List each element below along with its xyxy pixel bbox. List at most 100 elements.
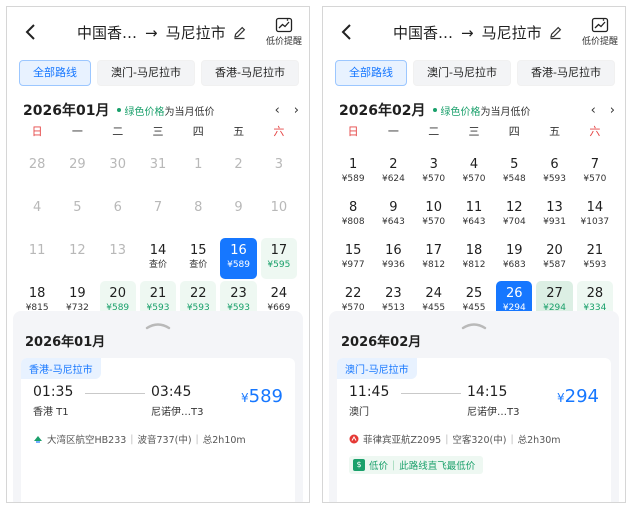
weekday-row: 日一二三四五六 [17, 123, 299, 139]
sheet-handle-icon[interactable] [144, 315, 172, 330]
back-arrow-icon[interactable] [337, 21, 357, 43]
calendar-day-cell[interactable]: 17 ¥812 [416, 238, 452, 279]
day-price: ¥808 [341, 217, 365, 227]
day-price: ¥587 [543, 260, 567, 270]
route-from: 中国香… [393, 24, 454, 42]
calendar-day-cell[interactable]: 8 ¥808 [335, 195, 371, 236]
calendar-day-cell: 2 [220, 152, 256, 193]
chevron-right-icon[interactable]: › [610, 103, 615, 118]
calendar-day-cell: 28 [19, 152, 55, 193]
calendar-day-cell[interactable]: 6 ¥593 [536, 152, 572, 193]
calendar-day-cell[interactable]: 14 查价 [140, 238, 176, 279]
calendar-day-cell[interactable]: 9 ¥643 [375, 195, 411, 236]
weekday-label: 一 [71, 125, 83, 138]
calendar-day-cell[interactable]: 14 ¥1037 [577, 195, 613, 236]
day-number: 17 [425, 243, 442, 258]
calendar-day-cell[interactable]: 7 ¥570 [577, 152, 613, 193]
day-price: ¥570 [422, 217, 446, 227]
calendar-day-cell[interactable]: 11 ¥643 [456, 195, 492, 236]
day-number: 8 [194, 200, 203, 215]
airline-logo-icon [349, 434, 359, 444]
tab-all-routes[interactable]: 全部路线 [335, 60, 407, 86]
calendar-day-cell: 31 [140, 152, 176, 193]
day-number: 30 [109, 157, 126, 172]
calendar-day-cell[interactable]: 18 ¥812 [456, 238, 492, 279]
calendar-day-cell[interactable]: 16 ¥589 [220, 238, 257, 279]
calendar-day-cell[interactable]: 2 ¥624 [375, 152, 411, 193]
legend-dot [433, 108, 438, 112]
weekday-row: 日一二三四五六 [333, 123, 615, 139]
day-price: ¥593 [543, 174, 567, 184]
calendar-day-cell: 9 [220, 195, 256, 236]
calendar-day-cell[interactable]: 3 ¥570 [416, 152, 452, 193]
flight-sheet: 2026年02月 澳门-马尼拉市 11:45 澳门 14:15 尼诺伊…T3 ¥… [329, 311, 619, 502]
flight-price: ¥294 [557, 386, 599, 407]
calendar-day-cell[interactable]: 19 ¥683 [496, 238, 532, 279]
day-number: 24 [270, 286, 288, 301]
flight-info: 大湾区航空HB233 | 波音737(中) | 总2h10m [33, 432, 289, 446]
day-price: ¥595 [267, 260, 291, 270]
day-number: 10 [270, 200, 288, 215]
calendar-day-cell[interactable]: 15 查价 [180, 238, 216, 279]
day-number: 13 [546, 200, 563, 215]
day-number: 9 [389, 200, 398, 215]
pencil-icon[interactable] [548, 25, 563, 40]
flight-card[interactable]: 香港-马尼拉市 01:35 香港 T1 03:45 尼诺伊…T3 ¥589 大湾… [21, 358, 295, 502]
price-alert-button[interactable]: 低价提醒 [581, 17, 619, 47]
day-number: 2 [234, 157, 243, 172]
month-header: 2026年01月 绿色价格为当月低价 ‹ › [23, 100, 299, 120]
back-arrow-icon[interactable] [21, 21, 41, 43]
route-title[interactable]: 中国香… → 马尼拉市 [393, 22, 563, 43]
route-title[interactable]: 中国香… → 马尼拉市 [77, 22, 247, 43]
calendar-day-cell[interactable]: 15 ¥977 [335, 238, 371, 279]
sheet-handle-icon[interactable] [460, 315, 488, 330]
day-price: ¥643 [381, 217, 405, 227]
calendar-day-cell[interactable]: 1 ¥589 [335, 152, 371, 193]
calendar-day-cell[interactable]: 13 ¥931 [536, 195, 572, 236]
calendar-day-cell: 3 [261, 152, 297, 193]
arrival-airport: 尼诺伊…T3 [151, 407, 204, 418]
day-number: 2 [389, 157, 398, 172]
day-number: 23 [385, 286, 402, 301]
chevron-left-icon[interactable]: ‹ [591, 103, 596, 118]
day-number: 11 [465, 200, 483, 215]
tab-macau-manila[interactable]: 澳门-马尼拉市 [97, 60, 195, 86]
weekday-label: 二 [428, 125, 440, 138]
calendar-day-cell[interactable]: 5 ¥548 [496, 152, 532, 193]
day-price: ¥570 [583, 174, 607, 184]
sheet-month: 2026年01月 [25, 335, 106, 350]
chevron-left-icon[interactable]: ‹ [275, 103, 280, 118]
price-alert-button[interactable]: 低价提醒 [265, 17, 303, 47]
day-number: 16 [230, 243, 247, 258]
day-number: 1 [349, 157, 358, 172]
flight-card[interactable]: 澳门-马尼拉市 11:45 澳门 14:15 尼诺伊…T3 ¥294 菲律宾亚航… [337, 358, 611, 502]
calendar-panel-january: 中国香… → 马尼拉市 低价提醒 全部路线 澳门-马尼拉市 香港-马尼拉市 20… [6, 6, 310, 503]
weekday-label: 日 [31, 125, 43, 138]
tab-all-routes[interactable]: 全部路线 [19, 60, 91, 86]
route-to: 马尼拉市 [481, 24, 542, 42]
route-arrow: → [145, 23, 158, 42]
weekday-label: 三 [152, 125, 164, 138]
calendar-day-cell[interactable]: 20 ¥587 [536, 238, 572, 279]
pencil-icon[interactable] [232, 25, 247, 40]
price-symbol: ¥ [241, 391, 249, 405]
day-number: 14 [586, 200, 604, 215]
tab-macau-manila[interactable]: 澳门-马尼拉市 [413, 60, 511, 86]
calendar-day-cell[interactable]: 10 ¥570 [416, 195, 452, 236]
chevron-right-icon[interactable]: › [294, 103, 299, 118]
calendar-day-cell[interactable]: 12 ¥704 [496, 195, 532, 236]
info-separator: | [510, 433, 514, 445]
tab-hongkong-manila[interactable]: 香港-马尼拉市 [200, 60, 299, 86]
calendar-day-cell[interactable]: 17 ¥595 [260, 238, 297, 279]
day-number: 18 [465, 243, 483, 258]
tab-hongkong-manila[interactable]: 香港-马尼拉市 [516, 60, 615, 86]
calendar-day-cell[interactable]: 4 ¥570 [456, 152, 492, 193]
calendar-panel-february: 中国香… → 马尼拉市 低价提醒 全部路线 澳门-马尼拉市 香港-马尼拉市 20… [322, 6, 626, 503]
day-price: ¥570 [422, 174, 446, 184]
price-symbol: ¥ [557, 391, 565, 405]
price-value: 589 [248, 386, 283, 407]
calendar-day-cell[interactable]: 16 ¥936 [375, 238, 411, 279]
day-number: 10 [425, 200, 442, 215]
arrival-airport: 尼诺伊…T3 [467, 407, 520, 418]
calendar-day-cell[interactable]: 21 ¥593 [577, 238, 613, 279]
